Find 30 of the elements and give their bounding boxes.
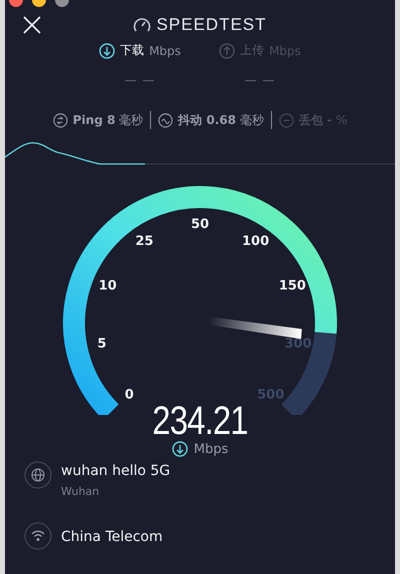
minus-icon [278,112,294,128]
speed-value: — — [124,73,156,87]
globe-icon [24,461,52,489]
speed-tab[interactable]: 下载 Mbps [99,42,181,59]
gauge-tick-label: 10 [98,278,117,294]
gauge-tick-label: 0 [124,388,134,403]
server-location: Wuhan [61,485,100,498]
stat-text: Ping 8 毫秒 [72,112,144,128]
swap-icon [52,112,68,128]
gauge-tick-label: 5 [97,336,106,352]
download-icon [99,42,116,58]
wifi-icon [24,522,52,550]
speed-reading: 234.21 [151,401,249,441]
app-logo: SPEEDTEST [156,15,267,35]
gauge-tick-label: 150 [278,278,306,294]
provider-name: China Telecom [61,529,163,545]
gauge-tick-label: 50 [190,217,210,232]
server-name: wuhan hello 5G [61,463,170,479]
gauge-tick-label: 25 [135,234,154,249]
wave-icon [158,112,174,128]
stat-text: 抖动 0.68 毫秒 [178,112,264,128]
gauge-tick-label: 300 [284,336,312,352]
download-icon [172,441,188,457]
gauge-tick-label: 500 [257,388,284,403]
speed-value: — — [244,73,276,87]
gauge-tick-label: 100 [242,234,270,249]
close-button[interactable] [21,14,43,36]
speed-unit: Mbps [194,442,228,456]
upload-icon [219,42,236,58]
gauge-icon [133,17,152,33]
